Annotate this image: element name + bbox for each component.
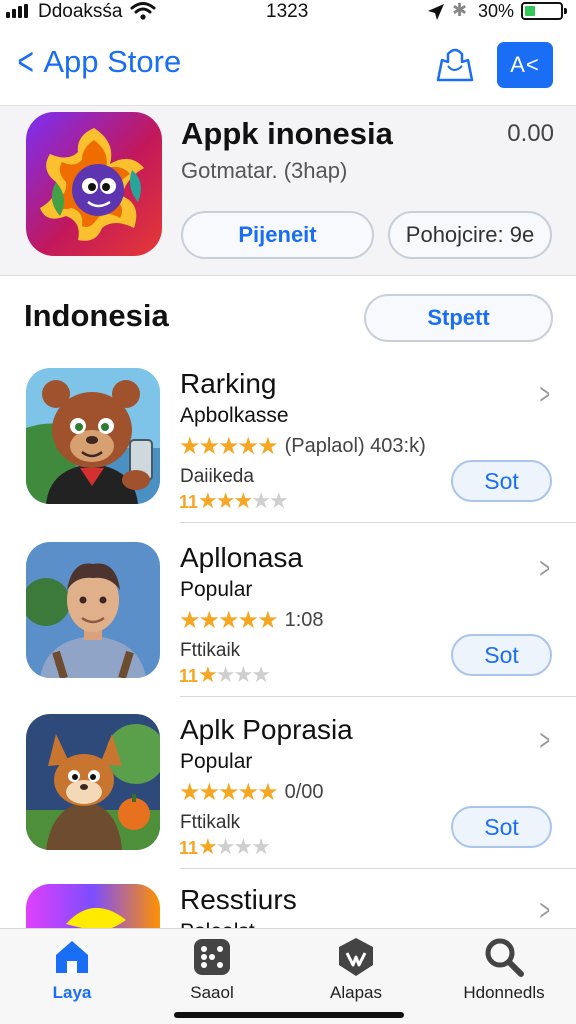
featured-app-subtitle: Gotmatar. (3hap) [181, 158, 348, 183]
chevron-right-icon[interactable]: > [540, 552, 551, 586]
battery-icon [521, 2, 567, 20]
app-list-item[interactable]: Aplk Poprasia Popular ★★★★★ 0/00 Fttikal… [0, 714, 576, 886]
tab-alapas[interactable]: Alapas [296, 935, 416, 1003]
share-button[interactable]: A< [497, 42, 553, 88]
tab-label: Alapas [330, 983, 382, 1002]
section-see-all-button[interactable]: Stpett [364, 294, 553, 342]
app-rating: ★★★★★ (Paplaol) 403:k) [179, 432, 426, 461]
chevron-right-icon[interactable]: > [540, 724, 551, 758]
app-rating-meta: (Paplaol) 403:k) [284, 435, 426, 457]
bluetooth-icon: ✱ [452, 0, 468, 20]
search-icon [485, 938, 524, 977]
status-bar: Ddoaksśa 1323 ✱ 30% [0, 0, 576, 26]
app-name: Resstiurs [180, 884, 297, 915]
location-arrow-icon [428, 4, 444, 20]
app-icon [26, 714, 160, 850]
shield-icon [339, 938, 373, 976]
star-empty-icon: ★★★ [215, 662, 271, 687]
app-sub-label: Fttikaik [180, 640, 241, 661]
app-icon [26, 884, 160, 928]
featured-app-card: Appk inonesia 0.00 Gotmatar. (3hap) Pije… [0, 106, 576, 276]
tab-label: Hdonnedls [463, 983, 545, 1002]
app-rating: ★★★★★ 0/00 [179, 778, 324, 807]
five-star-rating-icon: ★★★★★ [179, 607, 279, 634]
featured-secondary-button[interactable]: Pohojcire: 9e [388, 211, 552, 259]
home-indicator [174, 1012, 404, 1018]
app-icon [26, 368, 160, 504]
tab-laya[interactable]: Laya [12, 935, 132, 1003]
clock-time: 1323 [266, 1, 309, 22]
star-filled-icon: ★★★ [198, 488, 253, 513]
app-small-rating: 11★★★★ [179, 662, 271, 688]
chevron-left-icon: < [17, 40, 34, 84]
app-rating: ★★★★★ 1:08 [179, 606, 324, 635]
featured-app-icon[interactable] [26, 112, 162, 256]
back-label: App Store [43, 44, 182, 79]
five-star-rating-icon: ★★★★★ [179, 433, 279, 460]
app-category: Polealst [180, 920, 255, 928]
star-empty-icon: ★★ [251, 488, 288, 513]
small-rating-number: 11 [179, 492, 199, 512]
get-button[interactable]: Sot [451, 460, 552, 502]
star-filled-icon: ★ [198, 834, 218, 859]
app-name: Aplk Poprasia [180, 714, 353, 745]
back-button[interactable]: < App Store [14, 40, 182, 84]
tab-label: Laya [52, 983, 92, 1002]
app-name: Apllonasa [180, 542, 303, 573]
tab-bar: Laya Saaol Alapas Hdonnedls [0, 928, 576, 1024]
section-title: Indonesia [24, 298, 169, 333]
wifi-icon [130, 2, 156, 20]
tab-label: Saaol [190, 983, 234, 1002]
get-button[interactable]: Sot [451, 634, 552, 676]
star-empty-icon: ★★★ [215, 834, 271, 859]
row-divider [180, 868, 576, 869]
app-sub-label: Daiikeda [180, 466, 254, 487]
app-category: Apbolkasse [180, 404, 289, 427]
small-rating-number: 11 [179, 838, 199, 858]
featured-app-price: 0.00 [507, 120, 554, 147]
navigation-bar: < App Store A< [0, 26, 576, 106]
featured-primary-button[interactable]: Pijeneit [181, 211, 374, 259]
cellular-signal-icon [6, 4, 28, 18]
app-list-item[interactable]: Resstiurs Polealst > [0, 884, 576, 928]
tab-saaol[interactable]: Saaol [152, 935, 272, 1003]
dice-icon [194, 939, 230, 975]
battery-percent: 30% [478, 1, 515, 21]
app-list-item[interactable]: Apllonasa Popular ★★★★★ 1:08 Fttikaik 11… [0, 542, 576, 714]
row-divider [180, 522, 576, 523]
map-icon[interactable] [434, 44, 476, 84]
small-rating-number: 11 [179, 666, 199, 686]
carrier-name: Ddoaksśa [38, 1, 123, 22]
app-icon [26, 542, 160, 678]
app-name: Rarking [180, 368, 277, 399]
battery-fill [525, 6, 535, 16]
app-list-item[interactable]: Rarking Apbolkasse ★★★★★ (Paplaol) 403:k… [0, 368, 576, 540]
app-rating-meta: 1:08 [284, 609, 324, 631]
row-divider [180, 696, 576, 697]
chevron-right-icon[interactable]: > [540, 378, 551, 412]
chevron-right-icon[interactable]: > [540, 894, 551, 928]
featured-app-title: Appk inonesia [181, 116, 393, 151]
five-star-rating-icon: ★★★★★ [179, 779, 279, 806]
tab-hdonnedls[interactable]: Hdonnedls [444, 935, 564, 1003]
app-category: Popular [180, 578, 253, 601]
app-small-rating: 11★★★★ [179, 834, 271, 860]
app-rating-meta: 0/00 [284, 781, 324, 803]
star-filled-icon: ★ [198, 662, 218, 687]
app-sub-label: Fttikalk [180, 812, 241, 833]
app-category: Popular [180, 750, 253, 773]
house-icon [56, 941, 88, 973]
app-small-rating: 11★★★★★ [179, 488, 289, 514]
get-button[interactable]: Sot [451, 806, 552, 848]
